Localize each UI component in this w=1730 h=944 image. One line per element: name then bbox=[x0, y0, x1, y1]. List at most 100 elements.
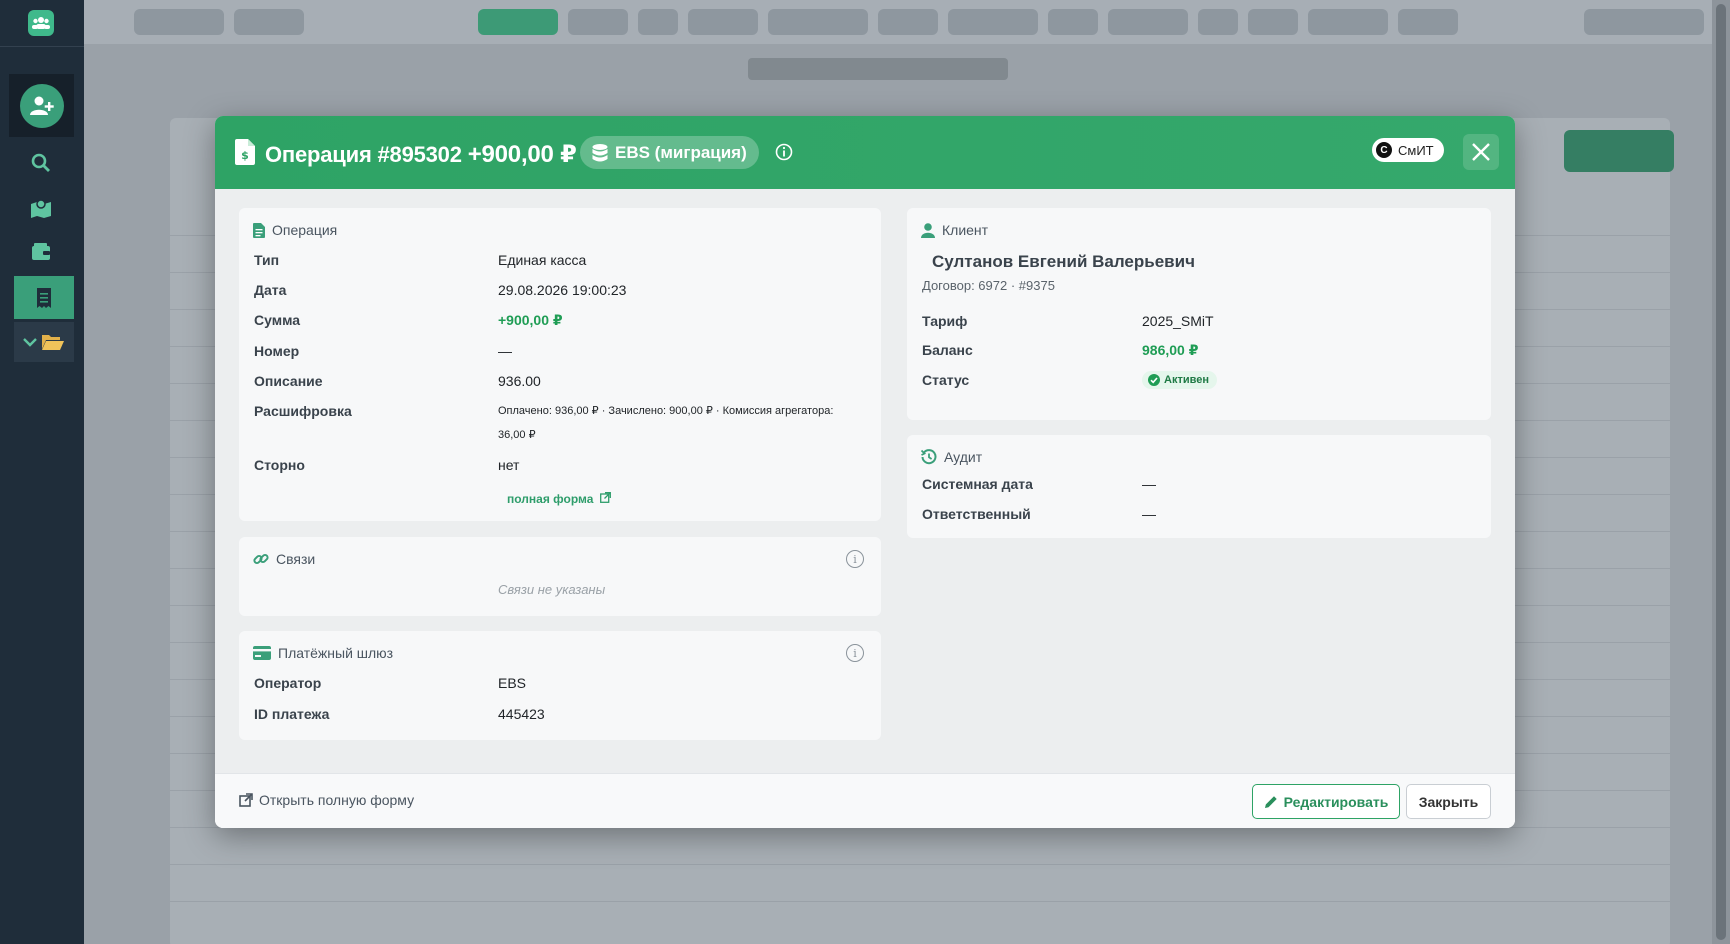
page-scrollbar[interactable] bbox=[1712, 0, 1730, 944]
operation-card: Операция Тип Единая касса Дата 29.08.2026 … bbox=[239, 208, 881, 521]
external-link-icon bbox=[239, 793, 253, 807]
field-value: +900,00 ₽ bbox=[498, 312, 563, 328]
sidebar-divider bbox=[0, 46, 84, 47]
field-value: 29.08.2026 19:00:23 bbox=[498, 282, 627, 298]
search-icon[interactable] bbox=[26, 148, 56, 178]
brand-label: СмИТ bbox=[1398, 142, 1434, 158]
field-label: Ответственный bbox=[922, 506, 1031, 522]
document-icon bbox=[253, 222, 265, 238]
receipt-icon bbox=[37, 287, 51, 308]
status-label: Активен bbox=[1164, 374, 1209, 386]
client-name[interactable]: Султанов Евгений Валерьевич bbox=[932, 252, 1195, 272]
sidebar-item-folder[interactable] bbox=[14, 322, 74, 362]
user-icon bbox=[921, 222, 935, 238]
field-value: Оплачено: 936,00 ₽ · Зачислено: 900,00 ₽… bbox=[498, 405, 834, 441]
close-footer-button[interactable]: Закрыть bbox=[1406, 784, 1491, 819]
wallet-icon[interactable] bbox=[26, 237, 56, 267]
field-label: Сумма bbox=[254, 312, 301, 328]
field-label: Тариф bbox=[922, 313, 968, 329]
close-button-label: Закрыть bbox=[1418, 793, 1479, 810]
field-label: ID платежа bbox=[254, 706, 330, 722]
folder-open-icon bbox=[42, 335, 64, 350]
field-label: Описание bbox=[254, 373, 323, 389]
status-badge: Активен bbox=[1142, 371, 1217, 389]
check-circle-icon bbox=[1148, 374, 1160, 386]
top-navigation bbox=[84, 0, 1730, 44]
info-icon[interactable]: i bbox=[846, 550, 864, 568]
field-value: EBS bbox=[498, 675, 527, 691]
audit-card: Аудит Системная дата — Ответственный — bbox=[907, 435, 1491, 538]
client-card: Клиент Султанов Евгений Валерьевич Догов… bbox=[907, 208, 1491, 420]
modal-title: Операция #895302 +900,00 ₽ bbox=[265, 140, 577, 169]
operation-card-title: Операция bbox=[272, 222, 338, 238]
modal-footer: Открыть полную форму Редактировать Закры… bbox=[215, 773, 1515, 828]
field-label: Статус bbox=[922, 372, 970, 388]
field-label: Системная дата bbox=[922, 476, 1033, 492]
field-label: Расшифровка bbox=[254, 403, 352, 419]
info-icon[interactable]: i bbox=[846, 644, 864, 662]
field-label: Баланс bbox=[922, 342, 973, 358]
app-logo-icon[interactable] bbox=[28, 10, 54, 36]
sidebar-item-finance[interactable] bbox=[14, 276, 74, 319]
open-full-form-label[interactable]: Открыть полную форму bbox=[259, 792, 414, 808]
gateway-card-title: Платёжный шлюз bbox=[278, 645, 394, 661]
close-button[interactable] bbox=[1463, 134, 1499, 170]
operation-card-header: Операция bbox=[253, 222, 337, 238]
field-value: нет bbox=[498, 457, 520, 473]
background-add-button bbox=[1564, 130, 1674, 172]
audit-card-title: Аудит bbox=[944, 449, 983, 465]
field-value: — bbox=[1142, 476, 1156, 492]
history-icon bbox=[921, 449, 937, 465]
invoice-icon: $ bbox=[235, 139, 255, 170]
scrollbar-thumb[interactable] bbox=[1716, 4, 1726, 940]
operation-modal: $ Операция #895302 +900,00 ₽ EBS (миграц… bbox=[215, 116, 1515, 828]
brand-badge: С СмИТ bbox=[1372, 138, 1444, 162]
client-card-header: Клиент bbox=[921, 222, 988, 238]
operation-amount: +900,00 ₽ bbox=[467, 141, 577, 168]
gateway-card-header: Платёжный шлюз bbox=[253, 645, 393, 661]
field-value: — bbox=[498, 343, 512, 359]
field-value: 936.00 bbox=[498, 373, 541, 389]
external-link-icon bbox=[600, 492, 612, 503]
close-icon bbox=[1472, 143, 1490, 161]
field-value: 445423 bbox=[498, 706, 545, 722]
field-label: Номер bbox=[254, 343, 300, 359]
source-badge-label: EBS (миграция) bbox=[615, 142, 747, 162]
field-value: Единая касса bbox=[498, 252, 587, 268]
user-plus-icon bbox=[19, 83, 64, 128]
info-icon[interactable] bbox=[775, 143, 793, 166]
map-icon[interactable] bbox=[26, 193, 56, 223]
edit-button-label: Редактировать bbox=[1283, 793, 1389, 810]
links-card: Связи i Связи не указаны bbox=[239, 537, 881, 616]
chevron-down-icon bbox=[23, 338, 37, 347]
edit-button[interactable]: Редактировать bbox=[1252, 784, 1400, 819]
field-value: — bbox=[1142, 506, 1156, 522]
operation-number: Операция #895302 bbox=[265, 142, 462, 167]
client-contract: Договор: 6972 · #9375 bbox=[922, 278, 1055, 293]
audit-card-header: Аудит bbox=[921, 449, 982, 465]
client-card-title: Клиент bbox=[942, 222, 989, 238]
source-badge: EBS (миграция) bbox=[580, 136, 759, 169]
links-empty-text: Связи не указаны bbox=[498, 582, 606, 597]
open-full-form-link[interactable]: Открыть полную форму bbox=[239, 792, 414, 808]
full-form-link-label[interactable]: полная форма bbox=[507, 492, 593, 506]
link-icon bbox=[253, 553, 269, 565]
field-value: 986,00 ₽ bbox=[1142, 342, 1199, 358]
modal-body: Операция Тип Единая касса Дата 29.08.2026 … bbox=[215, 189, 1515, 773]
database-icon bbox=[592, 143, 608, 161]
pencil-icon bbox=[1264, 795, 1277, 808]
field-value: 2025_SMiT bbox=[1142, 313, 1214, 329]
gateway-card: Платёжный шлюз i Оператор EBS ID платежа 4… bbox=[239, 631, 881, 740]
links-card-header: Связи bbox=[253, 551, 315, 567]
field-label: Сторно bbox=[254, 457, 305, 473]
sidebar bbox=[0, 0, 84, 944]
background-page-title bbox=[748, 58, 1008, 80]
field-label: Дата bbox=[254, 282, 287, 298]
full-form-link[interactable]: полная форма bbox=[507, 490, 612, 506]
links-card-title: Связи bbox=[276, 551, 316, 567]
brand-logo-icon: С bbox=[1376, 142, 1392, 158]
add-client-button[interactable] bbox=[9, 74, 74, 137]
field-label: Оператор bbox=[254, 675, 322, 691]
modal-header: $ Операция #895302 +900,00 ₽ EBS (миграц… bbox=[215, 116, 1515, 189]
field-label: Тип bbox=[254, 252, 280, 268]
